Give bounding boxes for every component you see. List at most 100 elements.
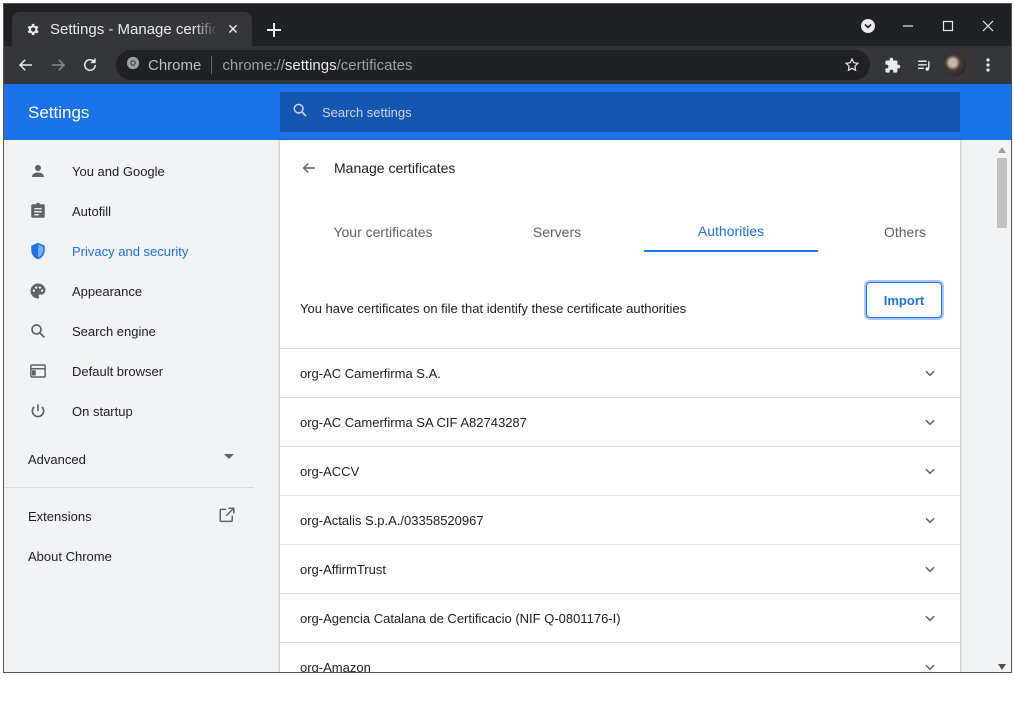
search-settings-box[interactable]: [280, 92, 960, 132]
certificate-name: org-Actalis S.p.A./03358520967: [300, 512, 484, 528]
search-icon: [292, 102, 308, 123]
page-scrollbar[interactable]: [994, 144, 1009, 672]
page-title: Manage certificates: [334, 160, 456, 176]
search-icon: [28, 321, 48, 341]
sidebar-item-label: Appearance: [72, 283, 143, 299]
chrome-logo-icon: [126, 56, 140, 75]
authorities-info: You have certificates on file that ident…: [280, 268, 960, 348]
certificate-name: org-ACCV: [300, 463, 360, 479]
browser-window: Settings - Manage certificates ✕: [3, 3, 1012, 673]
scroll-down-arrow-icon[interactable]: [998, 664, 1006, 670]
clipboard-icon: [28, 201, 48, 221]
list-item[interactable]: org-Actalis S.p.A./03358520967: [280, 495, 960, 544]
list-item[interactable]: org-Agencia Catalana de Certificacio (NI…: [280, 593, 960, 642]
extensions-puzzle-icon[interactable]: [880, 53, 904, 77]
open-in-new-icon: [218, 506, 238, 526]
sidebar-item-extensions[interactable]: Extensions: [4, 496, 254, 536]
bookmark-star-icon[interactable]: [840, 53, 864, 77]
tab-your-certificates[interactable]: Your certificates: [296, 212, 470, 252]
url-text: chrome://settings/certificates: [222, 57, 412, 74]
chevron-down-icon[interactable]: [920, 412, 940, 432]
about-label: About Chrome: [28, 548, 112, 564]
sidebar-item-label: On startup: [72, 403, 133, 419]
palette-icon: [28, 281, 48, 301]
manage-certificates-card: Manage certificates Your certificates Se…: [280, 140, 960, 673]
scrollbar-thumb[interactable]: [997, 158, 1007, 228]
list-item[interactable]: org-Amazon: [280, 642, 960, 673]
close-tab-icon[interactable]: ✕: [224, 20, 242, 38]
maximize-icon[interactable]: [936, 14, 960, 38]
settings-title: Settings: [28, 103, 90, 122]
more-menu-icon[interactable]: [976, 53, 1000, 77]
address-bar[interactable]: Chrome chrome://settings/certificates: [116, 50, 870, 80]
chevron-down-icon[interactable]: [920, 461, 940, 481]
sidebar-item-label: Search engine: [72, 323, 156, 339]
certificate-list: org-AC Camerfirma S.A. org-AC Camerfirma…: [280, 348, 960, 673]
search-settings-input[interactable]: [322, 104, 882, 120]
sidebar-item-search-engine[interactable]: Search engine: [4, 311, 260, 351]
certificate-tabs: Your certificates Servers Authorities Ot…: [296, 212, 944, 252]
sidebar-item-privacy-and-security[interactable]: Privacy and security: [4, 231, 260, 271]
sidebar-item-appearance[interactable]: Appearance: [4, 271, 260, 311]
tab-authorities[interactable]: Authorities: [644, 212, 818, 252]
advanced-label: Advanced: [28, 451, 86, 467]
browser-toolbar: Chrome chrome://settings/certificates: [4, 46, 1011, 84]
tab-title: Settings - Manage certificates: [50, 20, 218, 38]
caret-down-icon: [224, 454, 234, 459]
new-tab-button[interactable]: [262, 18, 286, 42]
sidebar-item-about-chrome[interactable]: About Chrome: [4, 536, 254, 576]
list-item[interactable]: org-AC Camerfirma SA CIF A82743287: [280, 397, 960, 446]
sidebar-item-label: Privacy and security: [72, 243, 189, 259]
url-path: /certificates: [336, 56, 413, 74]
certificate-name: org-Agencia Catalana de Certificacio (NI…: [300, 610, 621, 626]
import-button[interactable]: Import: [866, 282, 942, 318]
sidebar-item-default-browser[interactable]: Default browser: [4, 351, 260, 391]
settings-sidebar: You and Google Autofill Privacy and secu…: [4, 140, 260, 672]
settings-body: You and Google Autofill Privacy and secu…: [4, 140, 1011, 673]
person-icon: [28, 161, 48, 181]
sidebar-item-on-startup[interactable]: On startup: [4, 391, 260, 431]
chevron-down-icon[interactable]: [920, 608, 940, 628]
certificate-name: org-AC Camerfirma SA CIF A82743287: [300, 414, 527, 430]
minimize-icon[interactable]: [896, 14, 920, 38]
certificate-name: org-AffirmTrust: [300, 561, 386, 577]
reload-icon[interactable]: [78, 53, 102, 77]
url-separator: [211, 56, 213, 74]
url-scheme: chrome://: [222, 56, 285, 74]
tab-servers[interactable]: Servers: [470, 212, 644, 252]
list-item[interactable]: org-ACCV: [280, 446, 960, 495]
tab-search-icon[interactable]: [856, 14, 880, 38]
extensions-label: Extensions: [28, 508, 92, 524]
url-host: settings: [284, 56, 337, 74]
site-label: Chrome: [148, 56, 202, 74]
certificate-name: org-Amazon: [300, 659, 371, 673]
card-header: Manage certificates: [280, 140, 960, 196]
browser-tab-settings[interactable]: Settings - Manage certificates ✕: [12, 12, 252, 46]
sidebar-item-label: Autofill: [72, 203, 112, 219]
back-arrow-button[interactable]: [298, 157, 320, 179]
chevron-down-icon[interactable]: [920, 559, 940, 579]
forward-icon[interactable]: [46, 53, 70, 77]
media-queue-icon[interactable]: [912, 53, 936, 77]
close-window-icon[interactable]: [976, 14, 1000, 38]
tab-others[interactable]: Others: [818, 212, 960, 252]
profile-avatar[interactable]: [944, 54, 966, 76]
chevron-down-icon[interactable]: [920, 657, 940, 672]
certificate-name: org-AC Camerfirma S.A.: [300, 365, 441, 381]
list-item[interactable]: org-AffirmTrust: [280, 544, 960, 593]
tab-strip: Settings - Manage certificates ✕: [4, 4, 1011, 46]
settings-header: Settings: [4, 84, 1011, 140]
chevron-down-icon[interactable]: [920, 510, 940, 530]
browser-window-icon: [28, 361, 48, 381]
power-icon: [28, 401, 48, 421]
sidebar-item-label: You and Google: [72, 163, 165, 179]
scroll-up-arrow-icon[interactable]: [998, 147, 1006, 153]
sidebar-item-autofill[interactable]: Autofill: [4, 191, 260, 231]
chevron-down-icon[interactable]: [920, 363, 940, 383]
sidebar-item-you-and-google[interactable]: You and Google: [4, 151, 260, 191]
shield-icon: [28, 241, 48, 261]
back-icon[interactable]: [14, 53, 38, 77]
list-item[interactable]: org-AC Camerfirma S.A.: [280, 348, 960, 397]
sidebar-item-label: Default browser: [72, 363, 164, 379]
sidebar-advanced-toggle[interactable]: Advanced: [4, 439, 254, 479]
